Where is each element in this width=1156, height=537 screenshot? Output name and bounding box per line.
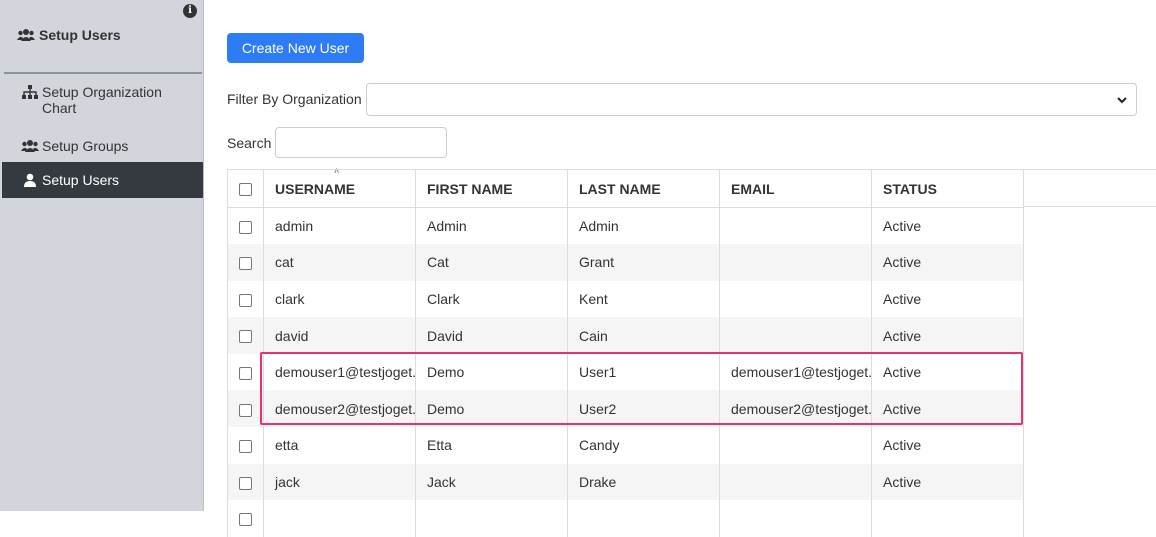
row-checkbox[interactable] <box>227 317 264 354</box>
cell-email <box>719 207 872 245</box>
table-row[interactable] <box>227 500 1024 537</box>
sidebar-header-label: Setup Users <box>39 27 121 43</box>
cell-last-name: Drake <box>567 463 720 501</box>
sidebar: i Setup Users Setup Organization Chart S… <box>0 0 204 511</box>
row-checkbox[interactable] <box>227 463 264 501</box>
sidebar-divider <box>4 72 202 74</box>
cell-last-name <box>567 500 720 537</box>
table-row[interactable]: david David Cain Active <box>227 317 1024 354</box>
cell-first-name: Cat <box>415 244 568 281</box>
table-header-row: USERNAME FIRST NAME LAST NAME EMAIL STAT… <box>227 169 1024 208</box>
cell-last-name: Grant <box>567 244 720 281</box>
cell-username <box>263 500 416 537</box>
cell-last-name: Admin <box>567 207 720 245</box>
cell-email <box>719 427 872 464</box>
table-row[interactable]: etta Etta Candy Active <box>227 427 1024 464</box>
cell-status: Active <box>871 207 1024 245</box>
search-label: Search <box>227 135 272 151</box>
info-icon[interactable]: i <box>183 4 197 18</box>
cell-status: Active <box>871 280 1024 318</box>
table-row[interactable]: cat Cat Grant Active <box>227 244 1024 281</box>
table-row[interactable]: admin Admin Admin Active <box>227 207 1024 245</box>
table-header-extension <box>1023 169 1156 207</box>
sidebar-menu: Setup Organization Chart Setup Groups Se… <box>2 78 203 198</box>
cell-status: Active <box>871 390 1024 428</box>
sidebar-item-label: Setup Organization Chart <box>42 84 162 116</box>
cell-username: etta <box>263 427 416 464</box>
cell-username: admin <box>263 207 416 245</box>
row-checkbox[interactable] <box>227 427 264 464</box>
create-new-user-button[interactable]: Create New User <box>227 33 364 63</box>
users-icon <box>17 28 35 42</box>
sidebar-item-label: Setup Users <box>42 172 120 188</box>
cell-first-name: Demo <box>415 353 568 391</box>
sidebar-item-users[interactable]: Setup Users <box>2 162 203 198</box>
users-table: USERNAME FIRST NAME LAST NAME EMAIL STAT… <box>227 169 1024 537</box>
cell-first-name: Jack <box>415 463 568 501</box>
cell-email: demouser2@testjoget. <box>719 390 872 428</box>
organization-filter-select[interactable] <box>366 83 1137 116</box>
cell-first-name: David <box>415 317 568 354</box>
cell-status: Active <box>871 353 1024 391</box>
row-checkbox[interactable] <box>227 207 264 245</box>
sidebar-item-label: Setup Groups <box>42 138 129 154</box>
select-all-checkbox[interactable] <box>227 169 264 208</box>
cell-first-name: Admin <box>415 207 568 245</box>
cell-email: demouser1@testjoget. <box>719 353 872 391</box>
row-checkbox[interactable] <box>227 280 264 318</box>
cell-email <box>719 317 872 354</box>
cell-last-name: User1 <box>567 353 720 391</box>
cell-username: jack <box>263 463 416 501</box>
cell-status: Active <box>871 427 1024 464</box>
cell-first-name: Clark <box>415 280 568 318</box>
cell-first-name <box>415 500 568 537</box>
row-checkbox[interactable] <box>227 500 264 537</box>
table-row[interactable]: demouser2@testjoget. Demo User2 demouser2@t… <box>227 390 1024 428</box>
cell-username: demouser2@testjoget. <box>263 390 416 428</box>
table-row[interactable]: demouser1@testjoget. Demo User1 demouser1@t… <box>227 353 1024 391</box>
search-input[interactable] <box>275 127 447 158</box>
column-header-status[interactable]: STATUS <box>871 169 1024 208</box>
sidebar-item-groups[interactable]: Setup Groups <box>2 130 203 162</box>
column-header-email[interactable]: EMAIL <box>719 169 872 208</box>
cell-last-name: Kent <box>567 280 720 318</box>
row-checkbox[interactable] <box>227 390 264 428</box>
cell-status: Active <box>871 317 1024 354</box>
table-row[interactable]: jack Jack Drake Active <box>227 463 1024 501</box>
cell-last-name: User2 <box>567 390 720 428</box>
column-header-first-name[interactable]: FIRST NAME <box>415 169 568 208</box>
user-icon <box>20 172 40 187</box>
cell-username: clark <box>263 280 416 318</box>
cell-status: Active <box>871 244 1024 281</box>
row-checkbox[interactable] <box>227 353 264 391</box>
sitemap-icon <box>20 84 40 99</box>
cell-last-name: Candy <box>567 427 720 464</box>
sidebar-header: Setup Users <box>17 27 121 43</box>
cell-first-name: Demo <box>415 390 568 428</box>
column-header-last-name[interactable]: LAST NAME <box>567 169 720 208</box>
cell-last-name: Cain <box>567 317 720 354</box>
table-row[interactable]: clark Clark Kent Active <box>227 280 1024 318</box>
cell-email <box>719 280 872 318</box>
sidebar-item-organization-chart[interactable]: Setup Organization Chart <box>2 78 203 130</box>
filter-organization-label: Filter By Organization <box>227 91 362 107</box>
cell-status: Active <box>871 463 1024 501</box>
cell-email <box>719 500 872 537</box>
chevron-down-icon <box>1116 93 1128 111</box>
cell-username: cat <box>263 244 416 281</box>
cell-username: david <box>263 317 416 354</box>
cell-email <box>719 244 872 281</box>
cell-email <box>719 463 872 501</box>
cell-username: demouser1@testjoget. <box>263 353 416 391</box>
cell-first-name: Etta <box>415 427 568 464</box>
users-icon <box>20 138 40 153</box>
column-header-username[interactable]: USERNAME <box>263 169 416 208</box>
cell-status <box>871 500 1024 537</box>
row-checkbox[interactable] <box>227 244 264 281</box>
